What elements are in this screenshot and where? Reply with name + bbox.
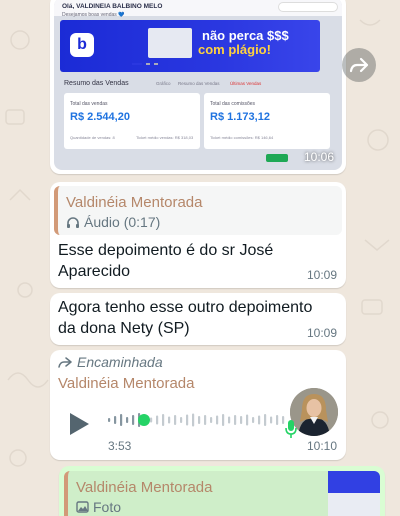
image-message[interactable]: Olá, VALDINEIA BALBINO MELO Desejamos bo… [50,0,346,174]
waveform-bar [216,415,219,425]
card-value: R$ 2.544,20 [70,111,130,123]
waveform-bar [282,416,285,424]
forwarded-text: Encaminhada [77,354,163,370]
card-foot: Ticket médio comissões: R$ 146,64 [210,135,274,140]
waveform-bar [264,414,267,426]
waveform-bar [234,415,237,425]
waveform-bar [120,414,123,426]
waveform-bar [186,414,189,426]
waveform-bar [252,417,255,423]
card-value: R$ 1.173,12 [210,111,270,123]
waveform-bar [108,418,111,422]
waveform-bar [204,415,207,425]
play-icon[interactable] [68,412,90,436]
card-foot: Quantidade de vendas: 8 [70,135,115,140]
voice-waveform[interactable] [108,410,288,430]
voice-sender: Valdinéia Mentorada [58,375,195,392]
waveform-bar [276,415,279,425]
quoted-photo-thumbnail [328,471,380,516]
waveform-bar [132,415,135,425]
screenshot-banner: b não perca $$$ com plágio! [60,20,320,72]
card-label: Total das vendas [70,101,108,107]
screenshot-tab: Resumo das Vendas [178,81,220,86]
waveform-bar [258,415,261,425]
progress-knob[interactable] [138,414,150,426]
waveform-bar [162,414,165,426]
forwarded-label: Encaminhada [58,354,163,370]
message-time: 10:09 [306,268,337,282]
avatar [290,388,338,436]
waveform-bar [198,416,201,424]
screenshot-balance-pill [278,2,338,12]
screenshot-tab: Gráfico [156,81,171,86]
forward-button[interactable] [342,48,376,82]
quoted-audio-duration: Áudio (0:17) [84,214,161,230]
quoted-message[interactable]: Valdinéia Mentorada Áudio (0:17) [54,186,342,235]
screenshot-section-title: Resumo das Vendas [64,80,129,87]
quoted-detail: Foto [76,499,121,515]
screenshot-subtitle: Desejamos boas vendas 💙 [62,12,125,18]
screenshot-card-commissions: Total das comissões R$ 1.173,12 Ticket m… [204,93,330,149]
voice-duration: 3:53 [108,439,132,453]
quoted-sender: Valdinéia Mentorada [76,479,213,496]
screenshot-tab: Últimas Vendas [230,81,262,86]
waveform-bar [180,417,183,423]
waveform-bar [192,413,195,427]
image-attachment[interactable]: Olá, VALDINEIA BALBINO MELO Desejamos bo… [54,0,342,170]
screenshot-header: Olá, VALDINEIA BALBINO MELO Desejamos bo… [54,0,342,18]
quoted-sender: Valdinéia Mentorada [66,194,203,211]
microphone-icon [285,420,297,438]
card-label: Total das comissões [210,101,256,107]
message-time: 10:09 [306,326,337,340]
waveform-bar [228,416,231,424]
text-message[interactable]: Agora tenho esse outro depoimento da don… [50,293,346,345]
waveform-bar [270,416,273,424]
waveform-bar [156,415,159,425]
waveform-bar [150,417,153,423]
reply-message[interactable]: Valdinéia Mentorada Áudio (0:17) Esse de… [50,182,346,288]
waveform-bar [126,417,129,423]
waveform-bar [210,417,213,423]
quoted-message[interactable]: Valdinéia Mentorada Foto [64,471,380,516]
outgoing-reply-message[interactable]: Valdinéia Mentorada Foto [59,466,385,516]
brand-logo: b [70,33,94,57]
banner-headline-1: não perca $$$ [202,28,289,43]
banner-headline-2: com plágio! [198,42,271,57]
quoted-photo-label: Foto [93,499,122,515]
waveform-bar [174,415,177,425]
message-time: 10:10 [306,439,337,453]
headphones-icon [67,216,79,228]
message-text: Agora tenho esse outro depoimento da don… [58,299,313,337]
photo-icon [76,501,89,513]
screenshot-greeting: Olá, VALDINEIA BALBINO MELO [62,3,163,10]
message-time: 10:06 [303,150,334,164]
banner-device-image [148,28,192,58]
waveform-bar [114,416,117,424]
waveform-bar [168,416,171,424]
message-text: Esse depoimento é do sr José Aparecido [58,242,274,280]
voice-message[interactable]: Encaminhada Valdinéia Mentorada 3:53 10:… [50,350,346,460]
carousel-dots [132,63,158,65]
waveform-bar [240,416,243,424]
forward-icon [349,57,369,73]
card-foot: Ticket médio vendas: R$ 318,03 [136,135,194,140]
screenshot-card-sales: Total das vendas R$ 2.544,20 Quantidade … [64,93,200,149]
screenshot-green-button [266,154,288,162]
waveform-bar [222,414,225,426]
waveform-bar [246,414,249,426]
quoted-detail: Áudio (0:17) [66,214,160,230]
forwarded-icon [58,356,72,368]
